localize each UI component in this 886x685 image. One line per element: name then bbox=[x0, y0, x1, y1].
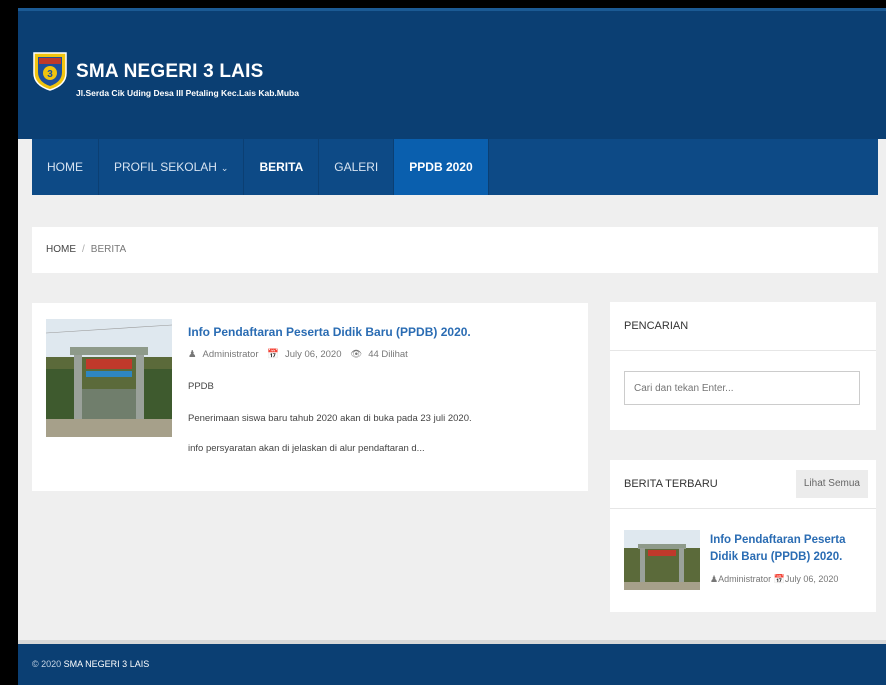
article-excerpt-line-2: info persyaratan akan di jelaskan di alu… bbox=[188, 443, 425, 454]
main-nav: HOME PROFIL SEKOLAH ⌄ BERITA GALERI PPDB … bbox=[32, 139, 878, 195]
nav-ppdb-2020[interactable]: PPDB 2020 bbox=[394, 139, 489, 195]
recent-news-widget: BERITA TERBARU Lihat Semua Info Pendafta… bbox=[610, 460, 876, 612]
site-subtitle: Jl.Serda Cik Uding Desa III Petaling Kec… bbox=[76, 88, 299, 98]
article-meta: ♟ Administrator 📅 July 06, 2020 👁 44 Diliha… bbox=[188, 349, 414, 360]
article-date: July 06, 2020 bbox=[284, 349, 342, 360]
article-card: Info Pendaftaran Peserta Didik Baru (PPD… bbox=[32, 303, 588, 491]
nav-galeri[interactable]: GALERI bbox=[319, 139, 395, 195]
see-all-button[interactable]: Lihat Semua bbox=[795, 470, 868, 498]
eye-icon: 👁 bbox=[350, 349, 363, 360]
search-input[interactable] bbox=[624, 371, 860, 405]
site-footer: © 2020 SMA NEGERI 3 LAIS bbox=[18, 640, 886, 685]
nav-berita-label: BERITA bbox=[259, 160, 304, 174]
school-crest-icon[interactable]: 3 bbox=[32, 51, 68, 91]
recent-post-meta: ♟Administrator 📅July 06, 2020 bbox=[710, 574, 838, 585]
recent-post-title-link[interactable]: Info Pendaftaran Peserta Didik Baru (PPD… bbox=[710, 532, 870, 566]
nav-profil-label: PROFIL SEKOLAH bbox=[114, 160, 217, 174]
breadcrumb-home[interactable]: HOME bbox=[46, 244, 76, 255]
breadcrumb-separator: / bbox=[82, 244, 85, 255]
calendar-icon: 📅 bbox=[773, 574, 785, 584]
nav-home[interactable]: HOME bbox=[32, 139, 99, 195]
article-views: 44 Dilihat bbox=[368, 349, 408, 360]
site-header: 3 SMA NEGERI 3 LAIS Jl.Serda Cik Uding D… bbox=[18, 8, 886, 139]
search-widget-title: PENCARIAN bbox=[610, 302, 876, 351]
user-icon: ♟ bbox=[710, 574, 719, 584]
article-excerpt-heading: PPDB bbox=[188, 381, 214, 392]
recent-post-date: July 06, 2020 bbox=[784, 574, 839, 584]
nav-ppdb-label: PPDB 2020 bbox=[409, 160, 473, 174]
article-author: Administrator bbox=[202, 349, 259, 360]
nav-home-label: HOME bbox=[47, 160, 83, 174]
calendar-icon: 📅 bbox=[267, 349, 279, 360]
footer-copyright: © 2020 bbox=[32, 659, 62, 669]
svg-text:3: 3 bbox=[47, 69, 53, 80]
breadcrumb-current: BERITA bbox=[90, 244, 127, 255]
nav-berita[interactable]: BERITA bbox=[244, 139, 320, 195]
article-excerpt-line-1: Penerimaan siswa baru tahub 2020 akan di… bbox=[188, 413, 472, 424]
chevron-down-icon: ⌄ bbox=[220, 163, 229, 173]
user-icon: ♟ bbox=[188, 349, 197, 360]
recent-post-thumbnail[interactable] bbox=[624, 530, 700, 590]
article-title-link[interactable]: Info Pendaftaran Peserta Didik Baru (PPD… bbox=[188, 325, 471, 339]
page-frame: 3 SMA NEGERI 3 LAIS Jl.Serda Cik Uding D… bbox=[18, 8, 886, 685]
nav-galeri-label: GALERI bbox=[334, 160, 379, 174]
footer-site-link[interactable]: SMA NEGERI 3 LAIS bbox=[64, 659, 150, 669]
site-title[interactable]: SMA NEGERI 3 LAIS bbox=[76, 61, 263, 83]
search-widget: PENCARIAN bbox=[610, 302, 876, 430]
recent-post-author: Administrator bbox=[718, 574, 772, 584]
article-thumbnail[interactable] bbox=[46, 319, 172, 437]
nav-profil-sekolah[interactable]: PROFIL SEKOLAH ⌄ bbox=[99, 139, 245, 195]
breadcrumb: HOME / BERITA bbox=[32, 227, 878, 273]
